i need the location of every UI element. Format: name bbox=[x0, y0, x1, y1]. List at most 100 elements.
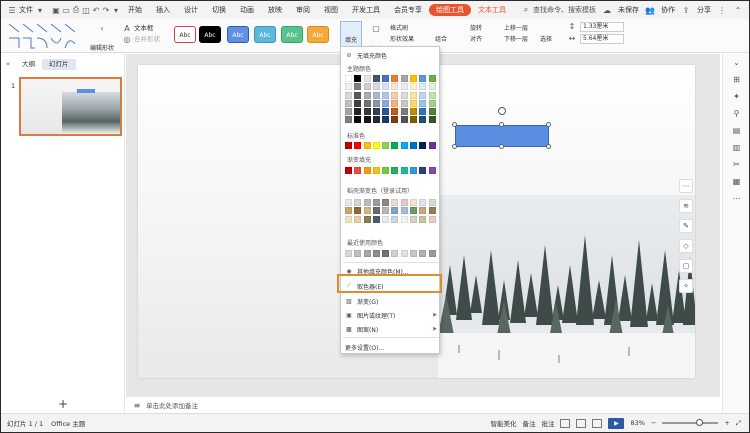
color-swatch[interactable] bbox=[372, 108, 380, 116]
color-swatch[interactable] bbox=[400, 207, 408, 215]
resize-handle[interactable] bbox=[499, 144, 504, 149]
more-tools-icon[interactable]: ⋯ bbox=[723, 190, 750, 207]
color-swatch[interactable] bbox=[354, 215, 362, 223]
textbox-button[interactable]: A 文本框 bbox=[122, 23, 160, 34]
preview-icon[interactable]: ◫ bbox=[81, 5, 91, 15]
color-swatch[interactable] bbox=[363, 207, 371, 215]
color-swatch[interactable] bbox=[345, 142, 352, 149]
color-swatch[interactable] bbox=[391, 207, 399, 215]
color-swatch[interactable] bbox=[354, 83, 362, 91]
color-swatch[interactable] bbox=[354, 142, 362, 149]
color-swatch[interactable] bbox=[410, 75, 418, 82]
color-swatch[interactable] bbox=[419, 215, 427, 223]
color-swatch[interactable] bbox=[428, 99, 436, 107]
collapse-sidebar-icon[interactable]: ⌄ bbox=[723, 54, 750, 71]
color-swatch[interactable] bbox=[400, 83, 408, 91]
pattern-item[interactable]: ▩ 图案(N) ▶ bbox=[341, 323, 441, 335]
color-swatch[interactable] bbox=[419, 83, 427, 91]
command-search[interactable]: ⌕ 查找命令、搜索模板 bbox=[521, 5, 596, 15]
comments-toggle[interactable]: 批注 bbox=[541, 418, 554, 428]
color-swatch[interactable] bbox=[363, 116, 371, 124]
chart-icon[interactable]: ▦ bbox=[723, 173, 750, 190]
color-swatch[interactable] bbox=[428, 116, 436, 124]
color-swatch[interactable] bbox=[372, 142, 380, 149]
more-settings-item[interactable]: 更多设置(O)... bbox=[341, 341, 441, 353]
color-swatch[interactable] bbox=[382, 75, 390, 82]
color-swatch[interactable] bbox=[410, 99, 418, 107]
snowy-forest-photo[interactable] bbox=[438, 195, 695, 378]
color-swatch[interactable] bbox=[382, 83, 390, 91]
rotate-handle[interactable] bbox=[498, 107, 506, 115]
color-swatch[interactable] bbox=[428, 199, 436, 206]
smart-beautify-button[interactable]: 智能美化 bbox=[490, 418, 516, 428]
color-swatch[interactable] bbox=[345, 199, 352, 206]
resize-handle[interactable] bbox=[452, 122, 457, 127]
color-swatch[interactable] bbox=[400, 75, 408, 82]
play-slideshow-button[interactable]: ▶ bbox=[608, 417, 625, 429]
fill-bucket-icon[interactable]: ◇ bbox=[679, 239, 693, 253]
shape-effects-button[interactable]: 形状效果 bbox=[390, 34, 414, 45]
color-swatch[interactable] bbox=[382, 250, 390, 257]
slide-thumbnail[interactable] bbox=[19, 77, 122, 136]
zoom-slider[interactable] bbox=[662, 419, 719, 426]
cut-icon[interactable]: ✂ bbox=[723, 156, 750, 173]
color-swatch[interactable] bbox=[363, 199, 371, 206]
color-swatch[interactable] bbox=[372, 91, 380, 99]
color-swatch[interactable] bbox=[419, 167, 427, 174]
lightbulb-icon[interactable]: ✧ bbox=[679, 279, 693, 293]
color-swatch[interactable] bbox=[400, 99, 408, 107]
color-swatch[interactable] bbox=[363, 215, 371, 223]
resize-handle[interactable] bbox=[546, 122, 551, 127]
color-swatch[interactable] bbox=[391, 167, 399, 174]
chevron-down-icon[interactable]: ▾ bbox=[111, 5, 121, 15]
normal-view-icon[interactable] bbox=[560, 418, 571, 428]
color-swatch[interactable] bbox=[372, 83, 380, 91]
more-icon[interactable]: ⋮ bbox=[717, 5, 727, 15]
color-swatch[interactable] bbox=[410, 199, 418, 206]
zoom-level[interactable]: 83% bbox=[630, 419, 644, 427]
color-swatch[interactable] bbox=[363, 83, 371, 91]
merge-shapes-button[interactable]: ◎ 合并形状 bbox=[122, 34, 161, 45]
color-swatch[interactable] bbox=[428, 142, 436, 149]
menu-item-transition[interactable]: 切换 bbox=[205, 1, 233, 19]
menu-item-view[interactable]: 视图 bbox=[317, 1, 345, 19]
color-swatch[interactable] bbox=[400, 167, 408, 174]
layers-icon[interactable]: ≋ bbox=[679, 199, 693, 213]
notes-toggle[interactable]: 备注 bbox=[522, 418, 535, 428]
color-swatch[interactable] bbox=[372, 167, 380, 174]
align-button[interactable]: 对齐 bbox=[470, 34, 482, 45]
color-swatch[interactable] bbox=[410, 207, 418, 215]
frame-icon[interactable]: ▢ bbox=[679, 259, 693, 273]
color-swatch[interactable] bbox=[382, 199, 390, 206]
sorter-view-icon[interactable] bbox=[576, 418, 587, 428]
color-swatch[interactable] bbox=[400, 116, 408, 124]
select-button[interactable]: 选择 bbox=[540, 23, 552, 45]
color-swatch[interactable] bbox=[391, 199, 399, 206]
color-swatch[interactable] bbox=[382, 167, 390, 174]
color-swatch[interactable] bbox=[391, 83, 399, 91]
template-icon[interactable]: ▤ bbox=[723, 122, 750, 139]
color-swatch[interactable] bbox=[372, 199, 380, 206]
fill-button[interactable]: 填充 bbox=[340, 21, 362, 49]
color-swatch[interactable] bbox=[382, 108, 390, 116]
save-icon[interactable]: ▣ bbox=[51, 5, 61, 15]
color-swatch[interactable] bbox=[391, 142, 399, 149]
color-swatch[interactable] bbox=[345, 83, 352, 91]
color-swatch[interactable] bbox=[363, 108, 371, 116]
color-swatch[interactable] bbox=[410, 108, 418, 116]
line-shape-gallery[interactable] bbox=[7, 22, 77, 50]
color-swatch[interactable] bbox=[410, 142, 418, 149]
color-swatch[interactable] bbox=[382, 116, 390, 124]
no-fill-item[interactable]: ⊘ 无填充颜色 bbox=[341, 49, 441, 61]
color-swatch[interactable] bbox=[354, 116, 362, 124]
resize-handle[interactable] bbox=[546, 144, 551, 149]
style-preset-2[interactable]: Abc bbox=[199, 26, 221, 43]
color-swatch[interactable] bbox=[382, 215, 390, 223]
color-swatch[interactable] bbox=[410, 215, 418, 223]
document-icon[interactable]: ▥ bbox=[723, 139, 750, 156]
theme-name[interactable]: Office 主题 bbox=[51, 418, 85, 428]
color-swatch[interactable] bbox=[382, 99, 390, 107]
color-swatch[interactable] bbox=[410, 83, 418, 91]
fit-window-icon[interactable]: ⤢ bbox=[736, 419, 741, 428]
tab-outline[interactable]: 大纲 bbox=[15, 59, 42, 70]
